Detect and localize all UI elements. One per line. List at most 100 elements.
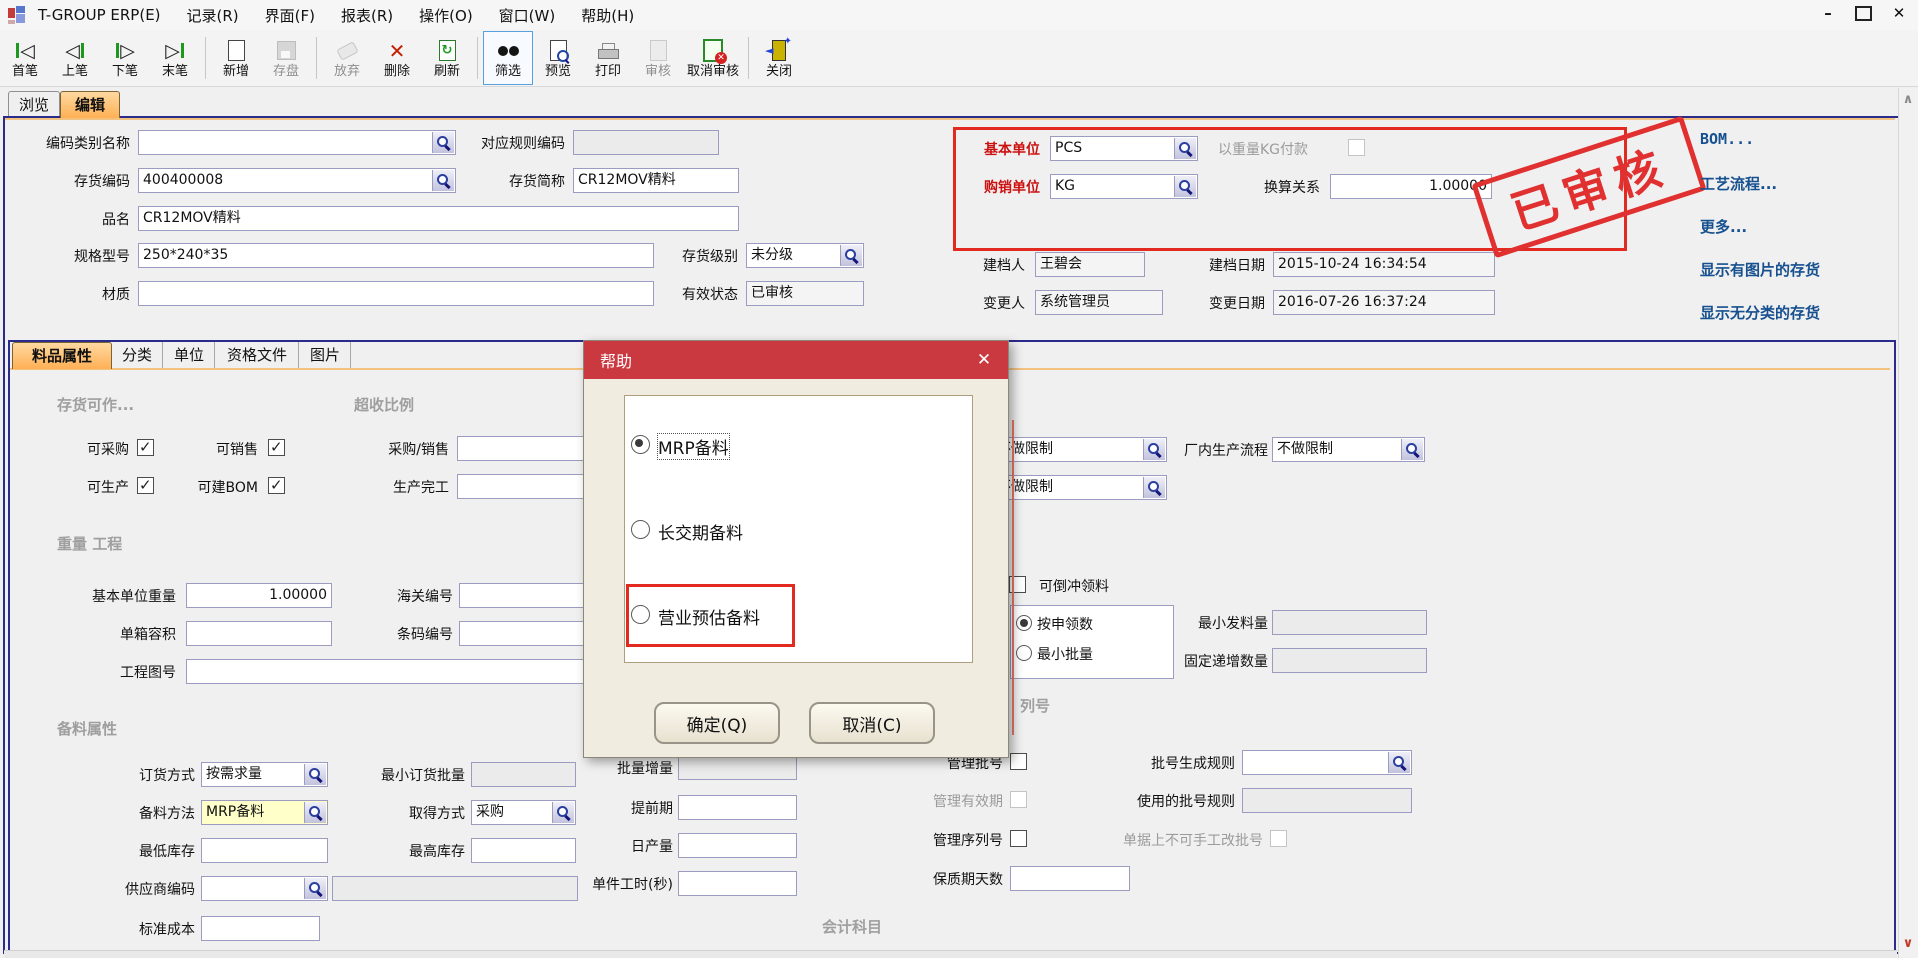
- sales-forecast-radio[interactable]: [631, 605, 650, 624]
- creator-label: 建档人: [950, 256, 1025, 276]
- dialog-cancel-button[interactable]: 取消(C): [809, 702, 935, 744]
- lookup-icon[interactable]: [1143, 477, 1165, 498]
- toolbar-separator: [205, 37, 206, 79]
- menu-operation[interactable]: 操作(O): [419, 5, 473, 26]
- rule-code-field: [573, 130, 719, 155]
- tab-item-properties[interactable]: 料品属性: [12, 342, 112, 369]
- dialog-ok-button[interactable]: 确定(Q): [654, 702, 780, 744]
- menu-record[interactable]: 记录(R): [187, 5, 239, 26]
- can-build-bom-checkbox[interactable]: [268, 477, 285, 494]
- supplier-code-field[interactable]: [201, 876, 328, 901]
- menu-help[interactable]: 帮助(H): [581, 5, 634, 26]
- last-record-button[interactable]: ▷ 末笔: [150, 31, 200, 85]
- mrp-stock-radio[interactable]: [631, 435, 650, 454]
- menu-app-title[interactable]: T-GROUP ERP(E): [38, 6, 161, 24]
- link-more[interactable]: 更多...: [1700, 216, 1747, 237]
- restore-button[interactable]: [1855, 6, 1872, 21]
- lookup-icon[interactable]: [840, 245, 862, 266]
- tab-classification[interactable]: 分类: [112, 342, 163, 368]
- vertical-scrollbar[interactable]: [1898, 88, 1918, 958]
- tab-edit[interactable]: 编辑: [60, 91, 120, 118]
- base-weight-field[interactable]: 1.00000: [186, 583, 332, 608]
- by-application-radio[interactable]: [1016, 615, 1032, 631]
- minimize-button[interactable]: –: [1817, 2, 1839, 24]
- lookup-icon[interactable]: [1174, 176, 1196, 197]
- max-stock-field[interactable]: [471, 838, 576, 863]
- min-batch-radio[interactable]: [1016, 645, 1032, 661]
- new-button[interactable]: 新增: [211, 31, 261, 85]
- trade-unit-field[interactable]: KG: [1050, 174, 1198, 199]
- lookup-icon[interactable]: [1401, 439, 1423, 460]
- close-window-button[interactable]: ✕: [1888, 2, 1910, 24]
- conversion-field[interactable]: 1.00000: [1330, 174, 1492, 199]
- menu-report[interactable]: 报表(R): [341, 5, 393, 26]
- menu-window[interactable]: 窗口(W): [499, 5, 556, 26]
- tab-images[interactable]: 图片: [300, 342, 351, 368]
- first-record-icon: ◁: [15, 38, 35, 64]
- stock-method-field[interactable]: MRP备料: [201, 800, 328, 825]
- lookup-icon[interactable]: [304, 764, 326, 785]
- purchasable-checkbox[interactable]: [137, 439, 154, 456]
- last-record-icon: ▷: [165, 38, 185, 64]
- acquire-mode-field[interactable]: 采购: [471, 800, 576, 825]
- tab-browse[interactable]: 浏览: [8, 91, 60, 118]
- manage-batch-checkbox[interactable]: [1010, 753, 1027, 770]
- cancel-audit-button[interactable]: ✕ 取消审核: [683, 31, 743, 85]
- lookup-icon[interactable]: [552, 802, 574, 823]
- lookup-icon[interactable]: [432, 132, 454, 153]
- daily-output-field[interactable]: [678, 833, 797, 858]
- link-show-with-images[interactable]: 显示有图片的存货: [1700, 259, 1820, 280]
- box-volume-field[interactable]: [186, 621, 332, 646]
- refresh-button[interactable]: ↻ 刷新: [422, 31, 472, 85]
- restriction1-field[interactable]: 不做限制: [992, 437, 1167, 462]
- coding-class-field[interactable]: [138, 130, 456, 155]
- dialog-close-icon[interactable]: ✕: [972, 348, 996, 372]
- long-leadtime-radio[interactable]: [631, 520, 650, 539]
- lookup-icon[interactable]: [304, 878, 326, 899]
- preview-button[interactable]: 预览: [533, 31, 583, 85]
- first-record-button[interactable]: ◁ 首笔: [0, 31, 50, 85]
- link-show-unclassified[interactable]: 显示无分类的存货: [1700, 302, 1820, 323]
- filter-button[interactable]: 筛选: [483, 31, 533, 85]
- producible-checkbox[interactable]: [137, 477, 154, 494]
- sellable-checkbox[interactable]: [268, 439, 285, 456]
- link-bom[interactable]: BOM...: [1700, 130, 1754, 148]
- spec-field[interactable]: 250*240*35: [138, 243, 654, 268]
- lookup-icon[interactable]: [304, 802, 326, 823]
- factory-flow-field[interactable]: 不做限制: [1272, 437, 1425, 462]
- lookup-icon[interactable]: [1143, 439, 1165, 460]
- prev-record-button[interactable]: ◁ 上笔: [50, 31, 100, 85]
- std-cost-field[interactable]: [201, 916, 320, 941]
- close-button[interactable]: ✦ 关闭: [754, 31, 804, 85]
- tab-qualification-files[interactable]: 资格文件: [216, 342, 299, 368]
- lookup-icon[interactable]: [432, 170, 454, 191]
- min-stock-field[interactable]: [201, 838, 328, 863]
- manage-serial-checkbox[interactable]: [1010, 830, 1027, 847]
- lookup-icon[interactable]: [1174, 138, 1196, 159]
- delete-button[interactable]: ✕ 删除: [372, 31, 422, 85]
- cancel-audit-icon: ✕: [703, 38, 723, 64]
- scroll-up-arrow[interactable]: ∧: [1899, 90, 1917, 108]
- item-abbr-field[interactable]: CR12MOV精料: [573, 168, 739, 193]
- next-record-button[interactable]: ▷ 下笔: [100, 31, 150, 85]
- tab-units[interactable]: 单位: [164, 342, 215, 368]
- base-unit-field[interactable]: PCS: [1050, 136, 1198, 161]
- print-button[interactable]: 打印: [583, 31, 633, 85]
- item-level-field[interactable]: 未分级: [746, 243, 864, 268]
- menu-interface[interactable]: 界面(F): [265, 5, 315, 26]
- scroll-down-arrow[interactable]: ∨: [1899, 934, 1917, 952]
- shelf-days-field[interactable]: [1010, 866, 1130, 891]
- lead-time-field[interactable]: [678, 795, 797, 820]
- material-field[interactable]: [138, 281, 654, 306]
- item-code-field[interactable]: 400400008: [138, 168, 456, 193]
- unit-hours-field[interactable]: [678, 871, 797, 896]
- link-process-flow[interactable]: 工艺流程...: [1700, 173, 1777, 194]
- batch-rule-field[interactable]: [1242, 750, 1412, 775]
- lookup-icon[interactable]: [1388, 752, 1410, 773]
- product-name-field[interactable]: CR12MOV精料: [138, 206, 739, 231]
- batch-increment-label: 批量增量: [603, 759, 673, 779]
- order-mode-field[interactable]: 按需求量: [201, 762, 328, 787]
- backflush-checkbox[interactable]: [1009, 576, 1026, 593]
- restriction2-field[interactable]: 不做限制: [992, 475, 1167, 500]
- dialog-title-bar[interactable]: 帮助 ✕: [584, 341, 1008, 379]
